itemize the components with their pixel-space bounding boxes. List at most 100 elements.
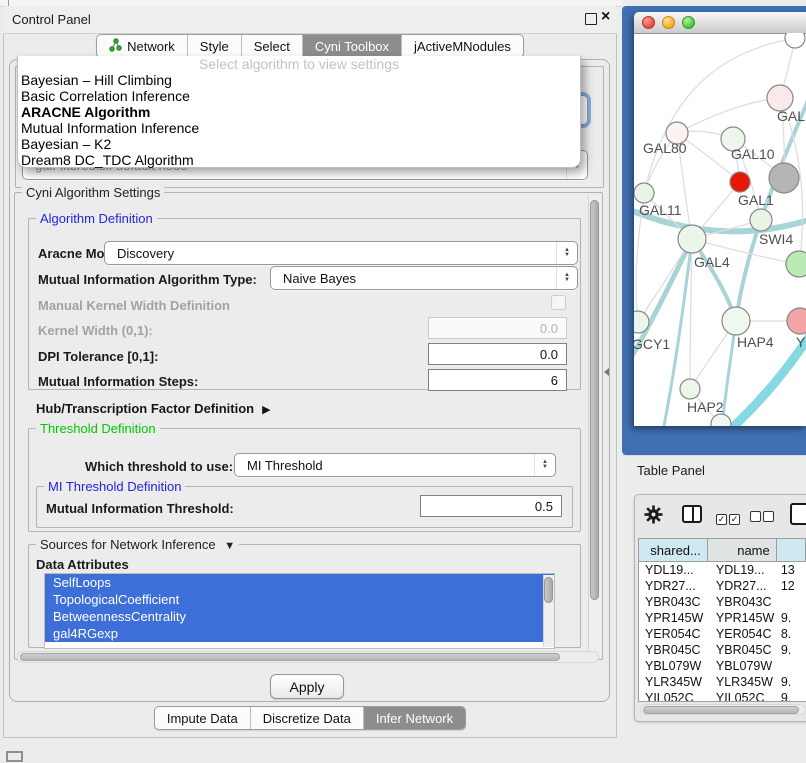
network-node-gal1[interactable] xyxy=(730,172,750,192)
sources-legend[interactable]: Sources for Network Inference ▼ xyxy=(36,537,239,552)
minimize-traffic-icon[interactable] xyxy=(662,16,675,29)
apply-button[interactable]: Apply xyxy=(270,674,344,699)
tab-label: Discretize Data xyxy=(263,711,351,726)
hide-columns-icon[interactable] xyxy=(750,509,774,527)
hub-section-toggle[interactable]: Hub/Transcription Factor Definition▶ xyxy=(36,401,271,416)
tab-cyni-toolbox[interactable]: Cyni Toolbox xyxy=(302,35,401,57)
tab-jactivemnodules[interactable]: jActiveMNodules xyxy=(401,35,523,57)
close-traffic-icon[interactable] xyxy=(642,16,655,29)
network-window-titlebar[interactable] xyxy=(634,12,806,34)
tab-discretize-data[interactable]: Discretize Data xyxy=(250,707,363,729)
network-node-hap2[interactable] xyxy=(680,379,700,399)
network-node[interactable] xyxy=(785,33,805,48)
tab-label: jActiveMNodules xyxy=(414,39,511,54)
table-cell: 13 xyxy=(777,562,806,578)
table-cell: YBR045C xyxy=(639,642,708,658)
manual-kernel-label: Manual Kernel Width Definition xyxy=(38,298,230,313)
table-cell: YBR043C xyxy=(639,594,708,610)
table-row[interactable]: YDR27...YDR27...12 xyxy=(639,578,806,594)
combo-stepper-icon: ▲▼ xyxy=(534,454,555,476)
data-attributes-label: Data Attributes xyxy=(36,557,129,572)
network-node-hap4[interactable] xyxy=(722,307,750,335)
network-node-label: GAL10 xyxy=(731,146,775,162)
tab-infer-network[interactable]: Infer Network xyxy=(363,707,465,729)
table-row[interactable]: YBR045CYBR045C9. xyxy=(639,642,806,658)
table-row[interactable]: YBR043CYBR043C xyxy=(639,594,806,610)
close-icon[interactable]: × xyxy=(601,8,610,26)
aracne-mode-combo[interactable]: Discovery ▲▼ xyxy=(104,241,578,265)
bottom-tab-bar-wrap: Impute Data Discretize Data Infer Network xyxy=(0,706,620,730)
columns-icon[interactable] xyxy=(682,505,702,523)
list-scrollbar-thumb[interactable] xyxy=(544,577,553,603)
mi-threshold-label: Mutual Information Threshold: xyxy=(46,501,234,516)
tab-label: Infer Network xyxy=(376,711,453,726)
kernel-width-input[interactable]: 0.0 xyxy=(428,317,567,339)
network-node-gal4[interactable] xyxy=(678,225,706,253)
combo-stepper-icon: ▲▼ xyxy=(556,267,577,289)
manual-kernel-checkbox[interactable] xyxy=(551,295,566,310)
dropdown-item[interactable]: Bayesian – K2 xyxy=(18,136,580,152)
attribute-list-item[interactable]: TopologicalCoefficient xyxy=(45,591,554,608)
column-header[interactable] xyxy=(777,539,806,561)
network-canvas[interactable]: GALGAL80GAL10GAL1GAL11SWI4GAL4GCY1HAP4YH… xyxy=(634,33,806,426)
tab-network[interactable]: Network xyxy=(97,35,187,57)
table-cell: YIL052C xyxy=(708,690,777,702)
column-header[interactable]: name xyxy=(708,539,777,561)
table-hscrollbar-thumb[interactable] xyxy=(643,706,799,714)
network-node-label: GAL xyxy=(777,108,805,124)
table-row[interactable]: YDL19...YDL19...13 xyxy=(639,562,806,578)
table-cell: YDR27... xyxy=(708,578,777,594)
table-row[interactable]: YPR145WYPR145W9. xyxy=(639,610,806,626)
panel-splitter-arrow[interactable] xyxy=(604,368,609,376)
sources-legend-label: Sources for Network Inference xyxy=(40,537,216,552)
dropdown-item[interactable]: Dream8 DC_TDC Algorithm xyxy=(18,152,580,168)
dropdown-item[interactable]: Mutual Information Inference xyxy=(18,120,580,136)
network-node-swi4[interactable] xyxy=(750,209,772,231)
network-node-y[interactable] xyxy=(787,308,806,334)
table-row[interactable]: YER054CYER054C8. xyxy=(639,626,806,642)
algorithm-definition-legend: Algorithm Definition xyxy=(36,211,157,226)
minimized-panel-icon[interactable] xyxy=(6,751,23,762)
network-node-label: Y xyxy=(796,334,806,350)
settings-hscrollbar-thumb[interactable] xyxy=(20,653,560,661)
mi-steps-input[interactable]: 6 xyxy=(428,369,567,391)
network-node-gal11[interactable] xyxy=(634,183,654,203)
which-threshold-combo[interactable]: MI Threshold ▲▼ xyxy=(234,453,556,477)
expanded-arrow-icon: ▼ xyxy=(224,540,235,552)
attribute-list-item[interactable]: SelfLoops xyxy=(45,574,554,591)
attribute-list-item[interactable]: BetweennessCentrality xyxy=(45,608,554,625)
column-header[interactable]: shared... xyxy=(639,539,708,561)
dropdown-item[interactable]: Bayesian – Hill Climbing xyxy=(18,72,580,88)
control-panel-titlebar[interactable] xyxy=(3,7,617,34)
kernel-width-label: Kernel Width (0,1): xyxy=(38,323,153,338)
tab-impute-data[interactable]: Impute Data xyxy=(155,707,250,729)
table-row[interactable]: YLR345WYLR345W9. xyxy=(639,674,806,690)
network-node[interactable] xyxy=(786,251,806,277)
show-columns-icon[interactable]: ✓✓ xyxy=(716,509,740,527)
which-threshold-value: MI Threshold xyxy=(235,458,534,473)
settings-scrollbar-thumb[interactable] xyxy=(590,200,599,600)
table-row[interactable]: YBL079WYBL079W xyxy=(639,658,806,674)
table-cell: 12 xyxy=(777,578,806,594)
zoom-traffic-icon[interactable] xyxy=(682,16,695,29)
network-node-label: GCY1 xyxy=(634,336,670,352)
float-window-icon[interactable] xyxy=(585,13,597,25)
gear-icon[interactable] xyxy=(644,505,663,524)
table-cell xyxy=(777,658,806,674)
mi-type-combo[interactable]: Naive Bayes ▲▼ xyxy=(270,266,578,290)
table-cell: 9. xyxy=(777,610,806,626)
mi-threshold-input[interactable]: 0.5 xyxy=(420,495,562,517)
bottom-tab-bar: Impute Data Discretize Data Infer Network xyxy=(154,706,466,730)
tab-style[interactable]: Style xyxy=(187,35,241,57)
tab-label: Cyni Toolbox xyxy=(315,39,389,54)
network-node[interactable] xyxy=(769,163,799,193)
dpi-tolerance-input[interactable]: 0.0 xyxy=(428,343,567,365)
dropdown-item[interactable]: ARACNE Algorithm xyxy=(18,104,580,120)
tab-select[interactable]: Select xyxy=(241,35,302,57)
table-row[interactable]: YIL052CYIL052C9. xyxy=(639,690,806,702)
table-cell: 8. xyxy=(777,626,806,642)
export-table-icon[interactable] xyxy=(790,503,806,525)
table-cell: YLR345W xyxy=(639,674,708,690)
attribute-list-item[interactable]: gal4RGexp xyxy=(45,625,554,642)
dropdown-item[interactable]: Basic Correlation Inference xyxy=(18,88,580,104)
